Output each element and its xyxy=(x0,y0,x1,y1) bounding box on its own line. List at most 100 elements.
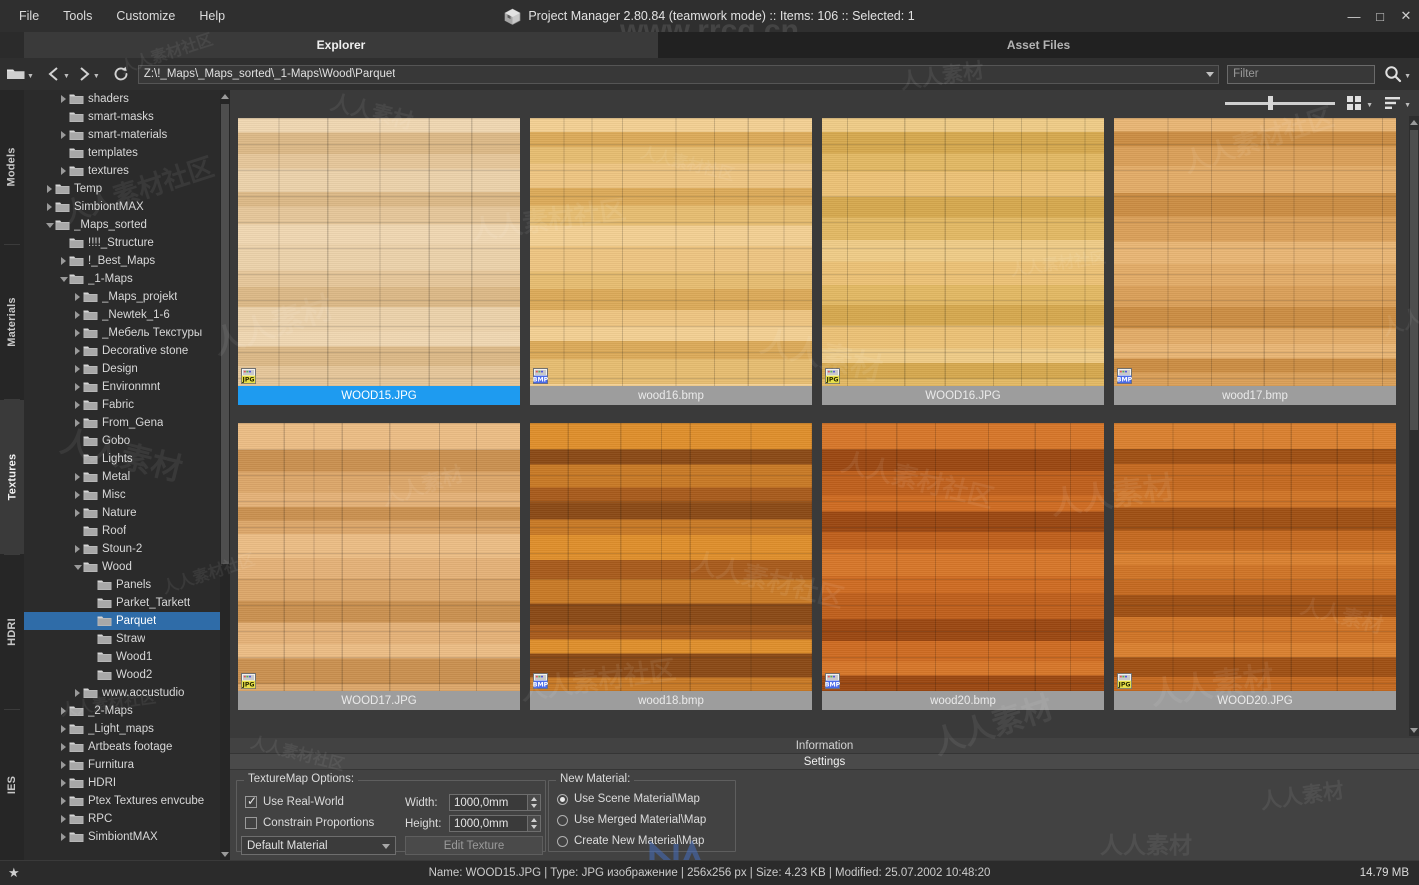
create-new-material-radio-row[interactable]: Create New Material\Map xyxy=(557,835,704,847)
tab-explorer[interactable]: Explorer xyxy=(24,32,658,58)
chevron-right-icon[interactable] xyxy=(58,702,69,720)
tree-item[interactable]: templates xyxy=(24,144,220,162)
height-stepper-up[interactable] xyxy=(528,816,540,824)
tree-item[interactable]: RPC xyxy=(24,810,220,828)
thumbnail-size-slider-handle[interactable] xyxy=(1268,96,1274,110)
menu-item-help[interactable]: Help xyxy=(188,4,236,28)
default-material-combo-caret[interactable] xyxy=(382,844,390,849)
content-scroll-up-arrow[interactable] xyxy=(1409,116,1419,128)
thumbnail-image[interactable]: JPG xyxy=(822,118,1104,386)
height-field[interactable]: Height: 1000,0mm xyxy=(405,815,541,832)
chevron-down-icon[interactable] xyxy=(72,558,83,576)
tree-item[interactable]: Furnitura xyxy=(24,756,220,774)
menu-item-tools[interactable]: Tools xyxy=(52,4,103,28)
chevron-right-icon[interactable] xyxy=(58,828,69,846)
content-scrollbar-thumb[interactable] xyxy=(1410,130,1418,430)
tree-scroll-up-arrow[interactable] xyxy=(220,90,230,102)
thumbnail-size-slider[interactable] xyxy=(1225,94,1336,112)
thumbnail-cell[interactable]: BMP wood17.bmp xyxy=(1110,118,1400,421)
content-scroll-down-arrow[interactable] xyxy=(1409,724,1419,736)
height-stepper[interactable] xyxy=(527,815,541,832)
tree-item[interactable]: Ptex Textures envcube xyxy=(24,792,220,810)
chevron-right-icon[interactable] xyxy=(72,504,83,522)
tree-item[interactable]: textures xyxy=(24,162,220,180)
chevron-right-icon[interactable] xyxy=(58,162,69,180)
thumbnail-cell[interactable]: JPG WOOD20.JPG xyxy=(1110,423,1400,726)
tree-item[interactable]: smart-materials xyxy=(24,126,220,144)
tree-item[interactable]: Misc xyxy=(24,486,220,504)
thumbnail-image[interactable]: BMP xyxy=(1114,118,1396,386)
chevron-right-icon[interactable] xyxy=(72,324,83,342)
chevron-right-icon[interactable] xyxy=(72,486,83,504)
tree-item[interactable]: Wood1 xyxy=(24,648,220,666)
thumbnail-label[interactable]: wood18.bmp xyxy=(530,691,812,710)
folder-button-group[interactable]: ▼ xyxy=(6,66,34,82)
chevron-down-icon[interactable] xyxy=(58,270,69,288)
thumbnail-image[interactable]: BMP xyxy=(530,118,812,386)
sidebar-item-ies[interactable]: IES xyxy=(0,710,24,860)
sort-list-button[interactable]: ▼ xyxy=(1383,94,1411,112)
width-field[interactable]: Width: 1000,0mm xyxy=(405,794,541,811)
tree-item[interactable]: _2-Maps xyxy=(24,702,220,720)
folder-icon[interactable] xyxy=(6,66,26,82)
edit-texture-button[interactable]: Edit Texture xyxy=(405,836,543,855)
use-real-world-checkbox-row[interactable]: Use Real-World xyxy=(245,794,344,808)
chevron-right-icon[interactable] xyxy=(72,414,83,432)
content-scrollbar[interactable] xyxy=(1409,116,1419,736)
tree-item[interactable]: _1-Maps xyxy=(24,270,220,288)
chevron-right-icon[interactable] xyxy=(72,468,83,486)
tab-information[interactable]: Information xyxy=(230,738,1419,754)
tree-item[interactable]: !_Best_Maps xyxy=(24,252,220,270)
use-scene-material-radio-row[interactable]: Use Scene Material\Map xyxy=(557,793,700,805)
tree-item[interactable]: www.accustudio xyxy=(24,684,220,702)
tree-item[interactable]: _Maps_sorted xyxy=(24,216,220,234)
tree-scrollbar[interactable] xyxy=(220,90,230,860)
tree-item[interactable]: Wood xyxy=(24,558,220,576)
tab-settings[interactable]: Settings xyxy=(230,754,1419,770)
tree-item[interactable]: Design xyxy=(24,360,220,378)
height-stepper-down[interactable] xyxy=(528,824,540,832)
menu-item-file[interactable]: File xyxy=(8,4,50,28)
back-arrow-icon[interactable] xyxy=(46,65,62,83)
forward-button-group[interactable]: ▼ xyxy=(76,65,100,83)
tree-item[interactable]: SimbiontMAX xyxy=(24,198,220,216)
tree-item[interactable]: smart-masks xyxy=(24,108,220,126)
tree-item-selected[interactable]: Parquet xyxy=(24,612,220,630)
chevron-right-icon[interactable] xyxy=(72,306,83,324)
chevron-right-icon[interactable] xyxy=(44,180,55,198)
tree-item[interactable]: Stoun-2 xyxy=(24,540,220,558)
sidebar-item-textures[interactable]: Textures xyxy=(0,400,24,554)
grid-view-caret[interactable]: ▼ xyxy=(1366,102,1373,109)
use-real-world-checkbox[interactable] xyxy=(245,794,257,808)
search-icon[interactable] xyxy=(1383,64,1403,84)
constrain-proportions-checkbox[interactable] xyxy=(245,817,257,829)
use-merged-material-radio-row[interactable]: Use Merged Material\Map xyxy=(557,814,706,826)
tree-item[interactable]: Roof xyxy=(24,522,220,540)
chevron-right-icon[interactable] xyxy=(58,720,69,738)
path-dropdown-caret[interactable] xyxy=(1206,71,1215,77)
tree-item[interactable]: shaders xyxy=(24,90,220,108)
tree-item[interactable]: Lights xyxy=(24,450,220,468)
tree-item[interactable]: Straw xyxy=(24,630,220,648)
tree-item[interactable]: Nature xyxy=(24,504,220,522)
chevron-right-icon[interactable] xyxy=(58,792,69,810)
thumbnail-label[interactable]: wood17.bmp xyxy=(1114,386,1396,405)
width-stepper-down[interactable] xyxy=(528,803,540,811)
tree-item[interactable]: Temp xyxy=(24,180,220,198)
minimize-button[interactable]: — xyxy=(1341,0,1367,32)
thumbnail-image[interactable]: JPG xyxy=(1114,423,1396,691)
search-dropdown-caret[interactable]: ▼ xyxy=(1404,73,1411,80)
thumbnail-label[interactable]: WOOD20.JPG xyxy=(1114,691,1396,710)
chevron-right-icon[interactable] xyxy=(72,360,83,378)
chevron-right-icon[interactable] xyxy=(72,378,83,396)
tree-item[interactable]: Artbeats footage xyxy=(24,738,220,756)
tree-item[interactable]: _Maps_projekt xyxy=(24,288,220,306)
use-merged-material-radio[interactable] xyxy=(557,814,568,826)
thumbnail-label[interactable]: WOOD16.JPG xyxy=(822,386,1104,405)
tree-item[interactable]: Environmnt xyxy=(24,378,220,396)
default-material-combo[interactable]: Default Material xyxy=(241,836,396,855)
thumbnail-image[interactable]: BMP xyxy=(822,423,1104,691)
sidebar-item-models[interactable]: Models xyxy=(0,90,24,244)
tree-scroll-down-arrow[interactable] xyxy=(220,848,230,860)
close-button[interactable]: ✕ xyxy=(1393,0,1419,32)
